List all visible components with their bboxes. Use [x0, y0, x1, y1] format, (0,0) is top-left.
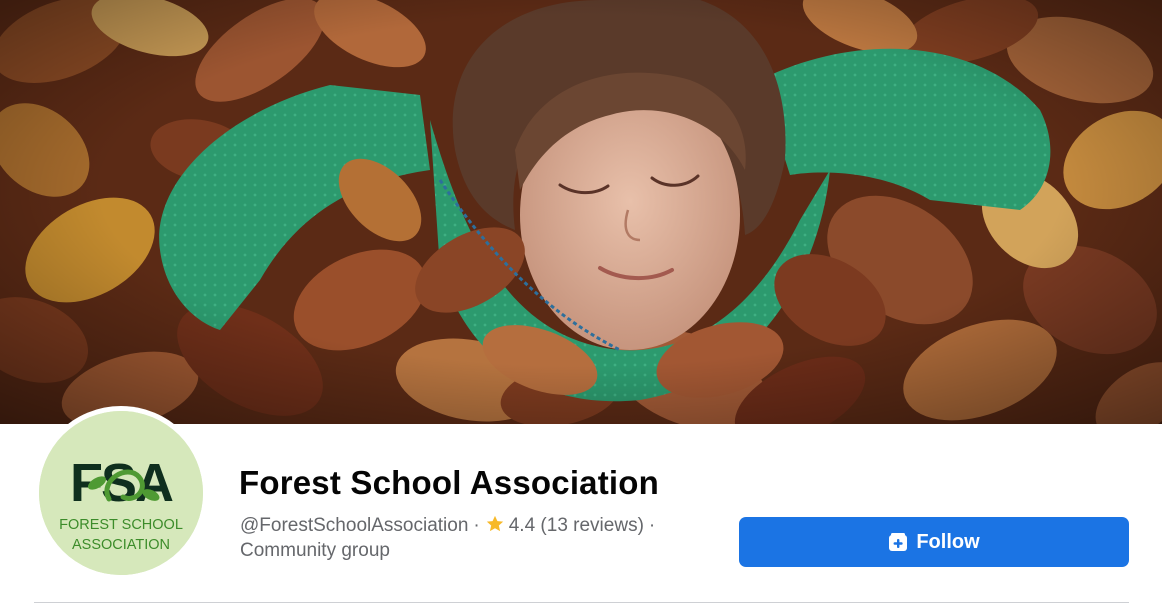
follow-button[interactable]: Follow [739, 517, 1129, 567]
rating-value: 4.4 [508, 515, 536, 536]
fsa-logo: FSA FOREST SCHOOL ASSOCIATION [39, 411, 203, 575]
logo-monogram: FSA [70, 453, 173, 513]
logo-text-line1: FOREST SCHOOL [59, 517, 183, 533]
page-meta: @ForestSchoolAssociation · 4.4 (13 reviews… [240, 513, 660, 538]
follow-label: Follow [916, 530, 980, 553]
page-title[interactable]: Forest School Association [239, 464, 659, 502]
separator: · [473, 515, 480, 536]
review-count[interactable]: (13 reviews) [540, 515, 643, 536]
follow-plus-icon [889, 533, 908, 551]
logo-text-line2: ASSOCIATION [72, 537, 170, 553]
profile-picture[interactable]: FSA FOREST SCHOOL ASSOCIATION [34, 406, 208, 580]
separator: · [648, 515, 656, 536]
star-icon [486, 515, 503, 532]
divider [34, 602, 1129, 603]
page-category[interactable]: Community group [240, 538, 390, 563]
cover-photo[interactable] [0, 0, 1162, 424]
rating[interactable]: 4.4 (13 reviews) [485, 515, 644, 536]
page-handle: @ForestSchoolAssociation [240, 515, 469, 536]
page-header: FSA FOREST SCHOOL ASSOCIATION Forest Sch… [0, 0, 1162, 607]
